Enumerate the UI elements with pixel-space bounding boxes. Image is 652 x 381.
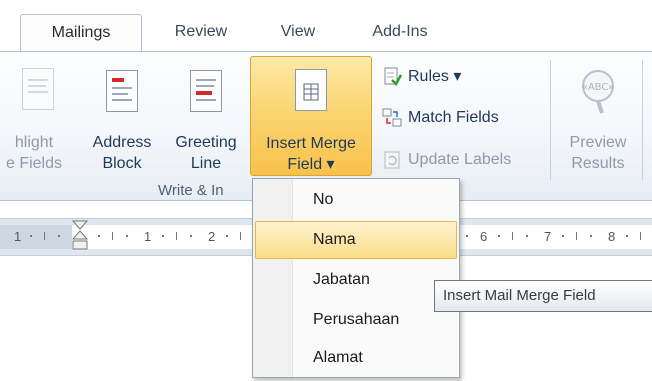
menu-item-no[interactable]: No bbox=[255, 181, 457, 219]
ruler-margin-left bbox=[0, 225, 72, 249]
indent-marker-icon[interactable] bbox=[71, 220, 89, 254]
match-fields-label: Match Fields bbox=[408, 109, 499, 126]
preview-badge-text: «ABC» bbox=[582, 82, 615, 93]
group-separator bbox=[550, 60, 551, 180]
rules-icon bbox=[382, 66, 403, 87]
ruler-number: 1 bbox=[14, 229, 22, 244]
highlight-merge-fields-label: hlight e Fields bbox=[5, 134, 63, 172]
rules-label: Rules ▾ bbox=[408, 68, 462, 85]
address-block-button[interactable]: Address Block bbox=[84, 58, 160, 174]
ruler-number: 8 bbox=[608, 229, 616, 244]
update-labels-label: Update Labels bbox=[408, 151, 512, 168]
menu-item-perusahaan[interactable]: Perusahaan bbox=[255, 301, 457, 339]
rules-button[interactable]: Rules ▾ bbox=[382, 60, 461, 92]
menu-item-nama[interactable]: Nama bbox=[255, 221, 457, 259]
tab-add-ins[interactable]: Add-Ins bbox=[360, 14, 440, 52]
menu-item-jabatan[interactable]: Jabatan bbox=[255, 261, 457, 299]
highlight-fields-icon bbox=[22, 68, 54, 110]
address-block-icon bbox=[106, 70, 138, 112]
tooltip: Insert Mail Merge Field bbox=[434, 280, 652, 312]
insert-merge-field-label: Insert Merge Field ▾ bbox=[266, 135, 356, 173]
merge-field-doc-icon bbox=[295, 69, 327, 111]
ruler-number: 7 bbox=[544, 229, 552, 244]
address-block-label: Address Block bbox=[92, 134, 152, 172]
write-insert-group-label: Write & In bbox=[158, 182, 224, 199]
match-fields-icon bbox=[382, 108, 402, 128]
greeting-line-icon bbox=[190, 70, 222, 112]
preview-results-button[interactable]: «ABC» Preview Results bbox=[556, 58, 640, 174]
greeting-line-label: Greeting Line bbox=[175, 134, 237, 172]
magnifier-icon: «ABC» bbox=[568, 66, 628, 114]
tab-review[interactable]: Review bbox=[160, 14, 242, 52]
greeting-line-button[interactable]: Greeting Line bbox=[164, 58, 248, 174]
tab-view[interactable]: View bbox=[268, 14, 328, 52]
insert-merge-field-button[interactable]: Insert Merge Field ▾ bbox=[250, 56, 372, 176]
highlight-merge-fields-button[interactable]: hlight e Fields bbox=[0, 58, 76, 174]
group-separator bbox=[642, 60, 643, 180]
update-labels-icon bbox=[382, 150, 402, 170]
preview-results-label: Preview Results bbox=[569, 134, 627, 172]
ruler-number: 6 bbox=[480, 229, 488, 244]
ruler-number: 1 bbox=[144, 229, 152, 244]
merge-field-dropdown: No Nama Jabatan Perusahaan Alamat bbox=[252, 178, 460, 378]
ribbon-tab-strip: Mailings Review View Add-Ins bbox=[0, 0, 652, 53]
tab-mailings[interactable]: Mailings bbox=[20, 14, 142, 53]
ruler-number: 2 bbox=[208, 229, 216, 244]
update-labels-button[interactable]: Update Labels bbox=[382, 144, 511, 176]
menu-item-alamat[interactable]: Alamat bbox=[255, 339, 457, 377]
match-fields-button[interactable]: Match Fields bbox=[382, 102, 499, 134]
